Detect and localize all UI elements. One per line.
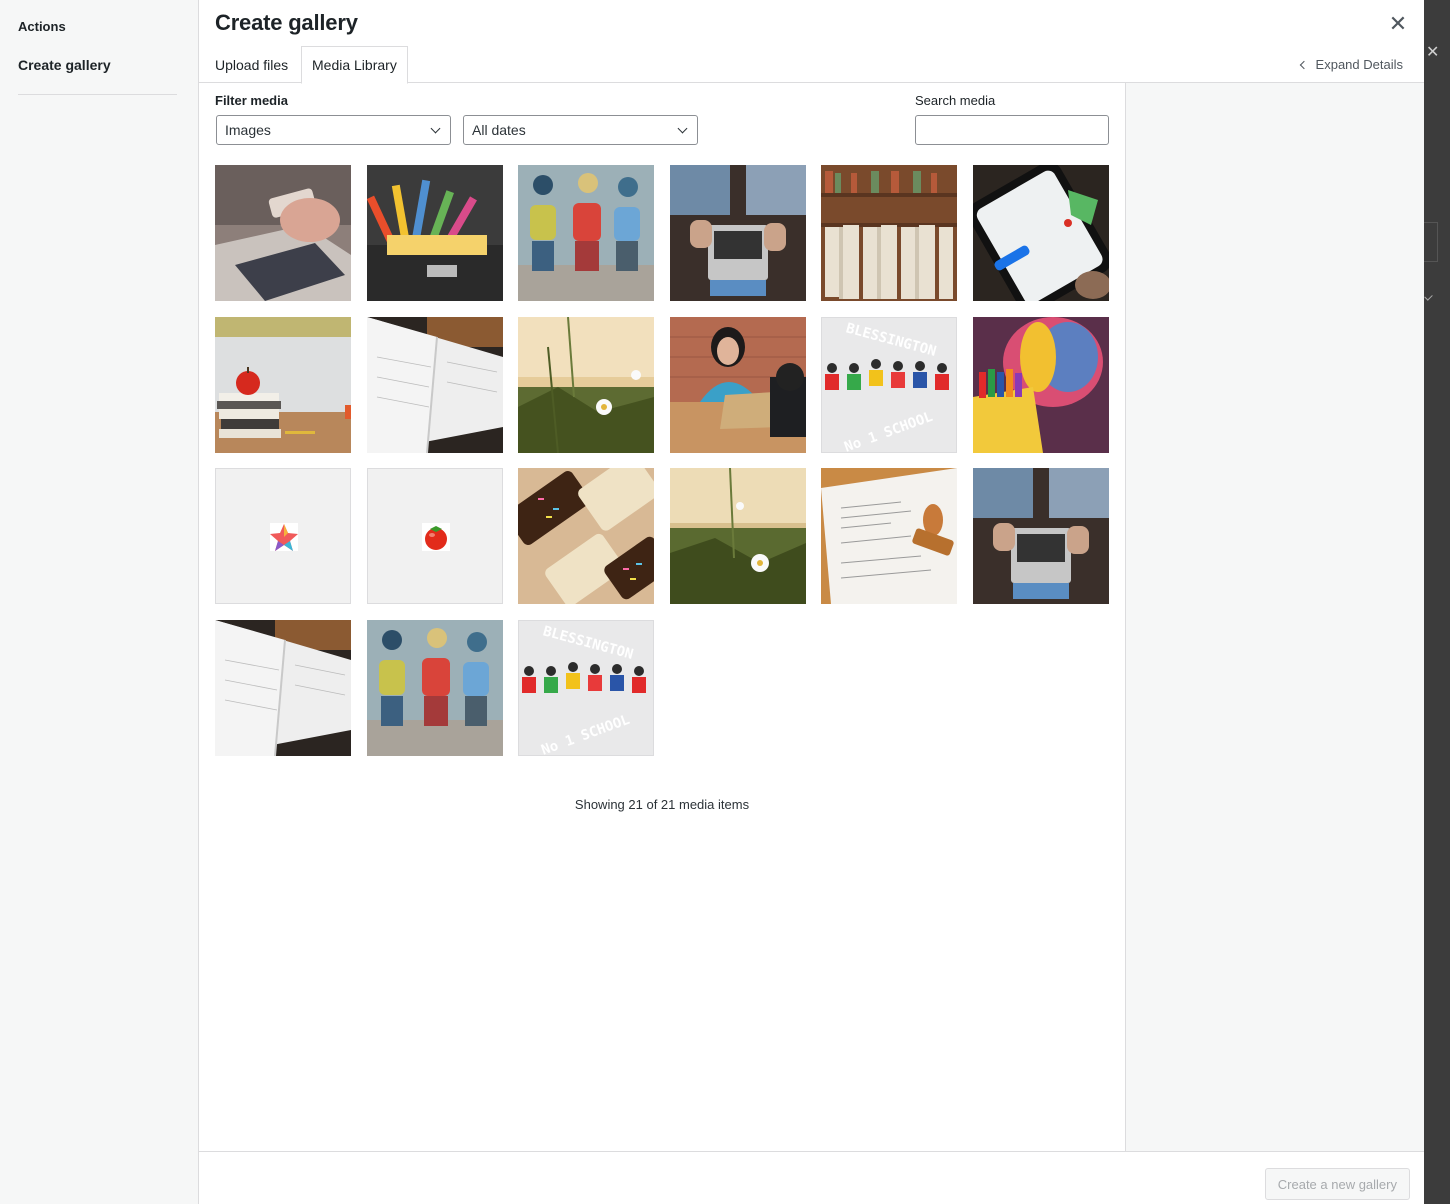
school-children-thumbnail	[518, 165, 654, 301]
search-input[interactable]	[915, 115, 1109, 145]
attachment-details-pane	[1125, 83, 1425, 1151]
woman-laptop-thumbnail	[670, 317, 806, 453]
media-item[interactable]	[367, 468, 503, 604]
modal-backdrop: ✕	[1424, 0, 1450, 1204]
editor-sidebar: Actions Create gallery	[0, 0, 198, 1204]
media-item[interactable]	[367, 165, 503, 301]
apple-books-thumbnail	[215, 317, 351, 453]
laptop-phone-thumbnail	[215, 165, 351, 301]
tomato-icon-thumbnail	[368, 469, 502, 603]
sidebar-item-create-gallery[interactable]: Create gallery	[18, 57, 111, 73]
media-modal: Create gallery ✕ Upload files Media Libr…	[198, 0, 1425, 1204]
create-new-gallery-button[interactable]: Create a new gallery	[1264, 1168, 1410, 1200]
close-icon: ✕	[1388, 11, 1408, 36]
open-planner-thumbnail	[367, 317, 503, 453]
media-item[interactable]	[973, 468, 1109, 604]
actions-heading: Actions	[18, 19, 66, 34]
media-item[interactable]	[973, 165, 1109, 301]
close-icon: ✕	[1426, 44, 1440, 61]
school-children-thumbnail	[367, 620, 503, 756]
school-logo-thumbnail: BLESSINGTON No 1 SCHOOL	[519, 621, 653, 755]
media-item[interactable]	[215, 468, 351, 604]
document-stamp-thumbnail	[821, 468, 957, 604]
media-item[interactable]	[215, 620, 351, 756]
crayons-thumbnail	[973, 317, 1109, 453]
chevron-left-icon	[1299, 60, 1308, 69]
media-item[interactable]	[518, 317, 654, 453]
close-button[interactable]: ✕	[1386, 12, 1410, 36]
media-item[interactable]	[670, 165, 806, 301]
media-date-select[interactable]: All dates	[463, 115, 698, 145]
modal-tabs: Upload files Media Library Expand Detail…	[199, 46, 1425, 84]
search-media-label: Search media	[915, 93, 996, 108]
expand-details-label: Expand Details	[1315, 57, 1403, 72]
expand-details-button[interactable]: Expand Details	[1299, 46, 1403, 83]
media-item[interactable]	[670, 468, 806, 604]
media-item[interactable]	[518, 468, 654, 604]
daisy-field-thumbnail	[670, 468, 806, 604]
media-item[interactable]	[973, 317, 1109, 453]
media-item[interactable]	[367, 620, 503, 756]
media-item[interactable]	[670, 317, 806, 453]
media-item[interactable]	[518, 165, 654, 301]
media-date-value: All dates	[472, 122, 526, 138]
rice-crispy-treats-thumbnail	[518, 468, 654, 604]
backdrop-panel-edge	[1424, 222, 1438, 262]
media-browser: Filter media Images All dates Search med…	[199, 83, 1125, 1151]
star-icon-thumbnail	[216, 469, 350, 603]
tab-media-library[interactable]: Media Library	[301, 46, 408, 84]
open-planner-thumbnail	[215, 620, 351, 756]
modal-title: Create gallery	[215, 10, 358, 35]
filter-media-label: Filter media	[215, 93, 288, 108]
media-count-status: Showing 21 of 21 media items	[574, 797, 750, 812]
daisy-field-thumbnail	[518, 317, 654, 453]
media-item[interactable]	[821, 165, 957, 301]
laptop-hands-thumbnail	[670, 165, 806, 301]
tab-upload-files[interactable]: Upload files	[215, 46, 288, 83]
bookshelf-thumbnail	[821, 165, 957, 301]
media-item[interactable]	[821, 468, 957, 604]
media-item[interactable]	[215, 165, 351, 301]
media-item[interactable]: BLESSINGTON No 1 SCHOOL	[518, 620, 654, 756]
map-phone-thumbnail	[973, 165, 1109, 301]
school-logo-thumbnail: BLESSINGTON No 1 SCHOOL	[822, 318, 956, 452]
chevron-down-icon	[1424, 292, 1433, 301]
media-item[interactable]	[367, 317, 503, 453]
media-item[interactable]: BLESSINGTON No 1 SCHOOL	[821, 317, 957, 453]
modal-toolbar: Create a new gallery	[199, 1151, 1425, 1204]
media-type-select[interactable]: Images	[216, 115, 451, 145]
chevron-down-icon	[430, 123, 441, 134]
laptop-hands-thumbnail	[973, 468, 1109, 604]
office-supplies-thumbnail	[367, 165, 503, 301]
sidebar-divider	[18, 94, 177, 95]
media-item[interactable]	[215, 317, 351, 453]
media-type-value: Images	[225, 122, 271, 138]
chevron-down-icon	[677, 123, 688, 134]
